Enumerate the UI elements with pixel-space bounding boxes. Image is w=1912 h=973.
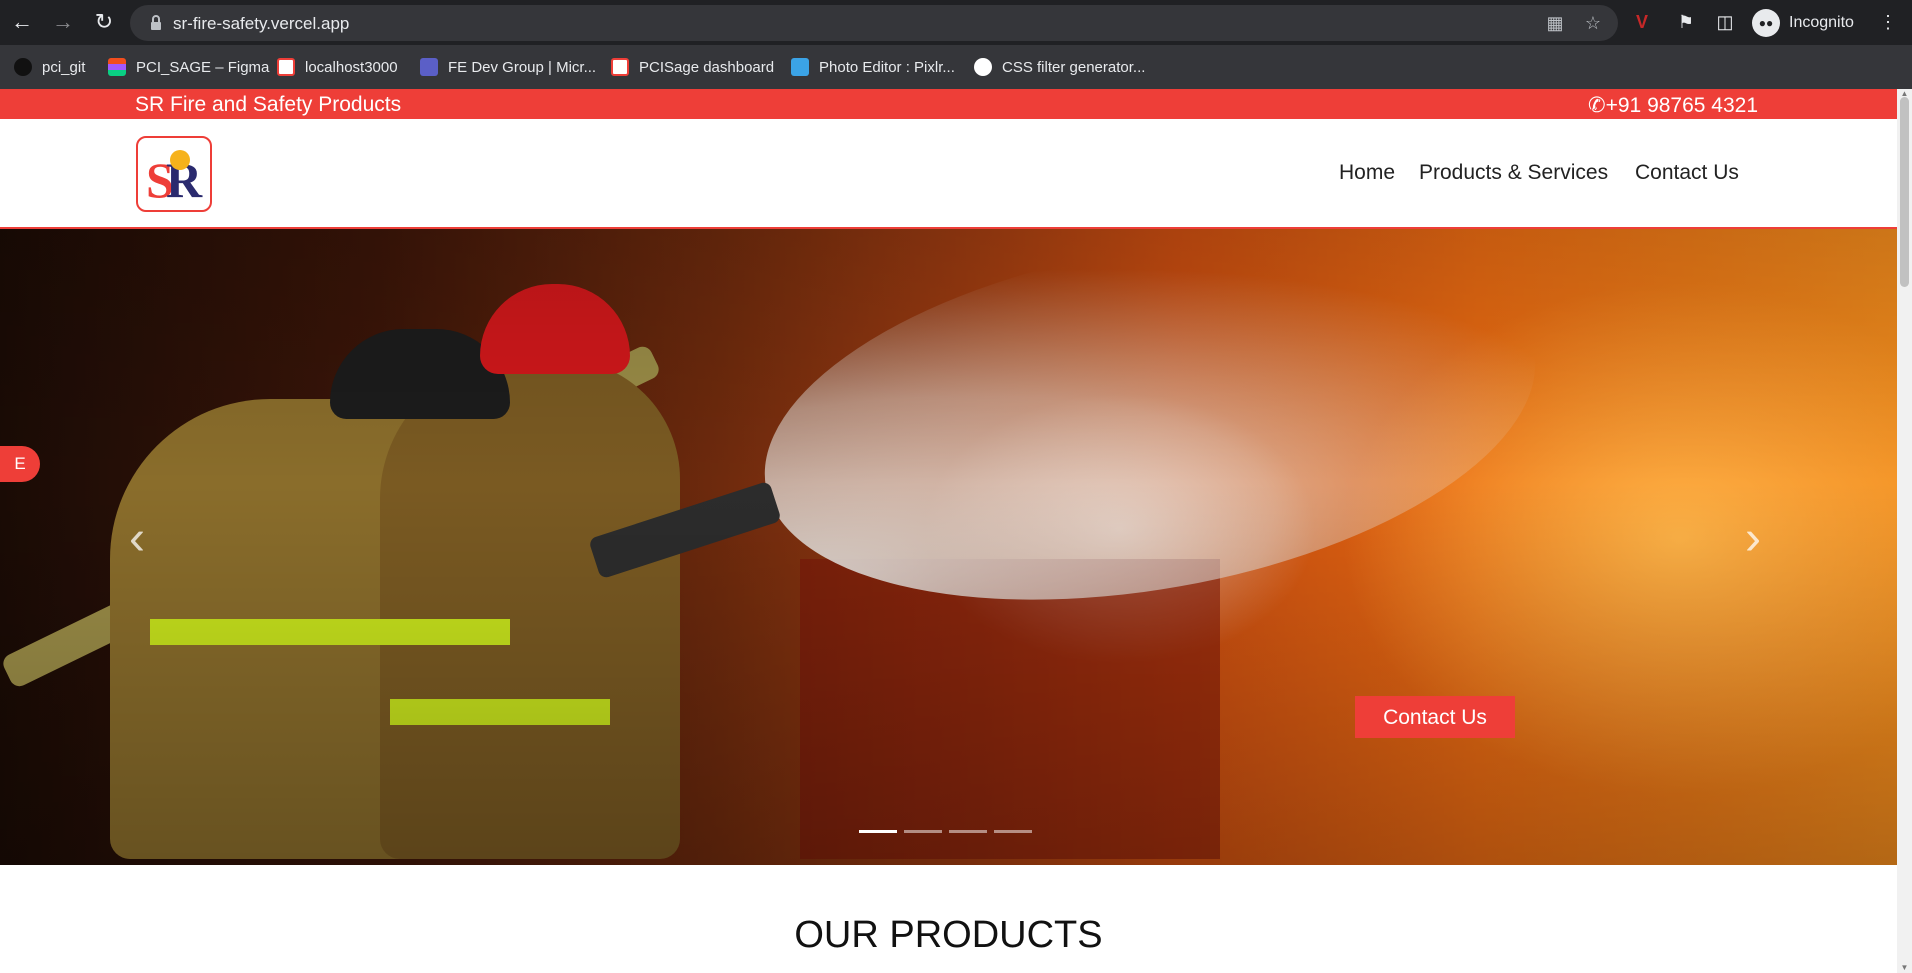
star-icon[interactable]: ☆: [1583, 13, 1603, 33]
incognito-profile[interactable]: ●● Incognito: [1752, 7, 1862, 39]
extension-v-icon[interactable]: V: [1630, 11, 1654, 33]
bookmark-label: PCI_SAGE – Figma: [136, 58, 270, 76]
forward-icon[interactable]: →: [51, 10, 75, 34]
side-floating-badge[interactable]: E: [0, 446, 40, 482]
nav-contact-us[interactable]: Contact Us: [1635, 161, 1739, 185]
carousel-indicator[interactable]: [859, 830, 897, 833]
brand-name: SR Fire and Safety Products: [135, 93, 402, 116]
bookmark-item[interactable]: localhost3000: [277, 57, 398, 77]
top-info-bar: SR Fire and Safety Products ✆+91 98765 4…: [0, 89, 1897, 119]
figma-icon: [108, 58, 126, 76]
bookmark-item[interactable]: pci_git: [14, 57, 85, 77]
github-icon: [14, 58, 32, 76]
carousel-indicator[interactable]: [904, 830, 942, 833]
incognito-label: Incognito: [1789, 14, 1854, 31]
bookmark-item[interactable]: Photo Editor : Pixlr...: [791, 57, 955, 77]
scroll-thumb[interactable]: [1900, 97, 1909, 287]
hero-overlay: [0, 229, 1897, 865]
incognito-icon: ●●: [1752, 9, 1780, 37]
logo-sun-icon: [170, 150, 190, 170]
bookmark-item[interactable]: PCISage dashboard: [611, 57, 774, 77]
url-text: sr-fire-safety.vercel.app: [173, 14, 350, 33]
pixlr-icon: [791, 58, 809, 76]
bookmark-item[interactable]: FE Dev Group | Micr...: [420, 57, 596, 77]
bookmark-label: PCISage dashboard: [639, 58, 775, 76]
puzzle-extensions-icon[interactable]: ⚑: [1674, 11, 1698, 33]
bookmark-label: localhost3000: [305, 58, 398, 76]
nav-home[interactable]: Home: [1339, 161, 1395, 185]
bookmark-label: Photo Editor : Pixlr...: [819, 58, 955, 76]
carousel-prev-icon[interactable]: ‹: [122, 515, 152, 563]
side-panel-icon[interactable]: ◫: [1713, 11, 1737, 33]
css-filter-icon: [974, 58, 992, 76]
bookmark-item[interactable]: PCI_SAGE – Figma: [108, 57, 269, 77]
page-scrollbar[interactable]: ▲ ▼: [1897, 89, 1912, 973]
browser-toolbar: ← → ↻ sr-fire-safety.vercel.app ▦ ☆ V ⚑ …: [0, 0, 1912, 45]
hero-carousel: ‹ › Contact Us: [0, 229, 1897, 865]
carousel-indicator[interactable]: [994, 830, 1032, 833]
products-heading: OUR PRODUCTS: [794, 914, 1103, 956]
scroll-down-icon[interactable]: ▼: [1897, 963, 1912, 973]
nav-products-services[interactable]: Products & Services: [1419, 161, 1608, 185]
bookmark-item[interactable]: CSS filter generator...: [974, 57, 1145, 77]
qr-code-icon[interactable]: ▦: [1545, 13, 1565, 33]
bookmark-label: pci_git: [42, 58, 86, 76]
sr-logo-icon: [611, 58, 629, 76]
sr-logo-icon: [277, 58, 295, 76]
carousel-next-icon[interactable]: ›: [1738, 515, 1768, 563]
phone-text: +91 98765 4321: [1605, 94, 1759, 117]
bookmarks-bar: pci_git PCI_SAGE – Figma localhost3000 F…: [0, 45, 1912, 89]
bookmark-label: CSS filter generator...: [1002, 58, 1146, 76]
teams-icon: [420, 58, 438, 76]
phone-icon: ✆: [1588, 94, 1606, 117]
lock-icon: [151, 15, 161, 30]
address-bar[interactable]: sr-fire-safety.vercel.app ▦ ☆: [130, 5, 1618, 41]
phone-number[interactable]: ✆+91 98765 4321: [1588, 93, 1758, 118]
reload-icon[interactable]: ↻: [92, 10, 116, 34]
back-icon[interactable]: ←: [10, 10, 34, 34]
browser-menu-icon[interactable]: ⋮: [1876, 11, 1900, 33]
hero-contact-button[interactable]: Contact Us: [1355, 696, 1515, 738]
bookmark-label: FE Dev Group | Micr...: [448, 58, 597, 76]
carousel-indicator[interactable]: [949, 830, 987, 833]
site-logo[interactable]: S R: [136, 136, 212, 212]
site-header: S R Home Products & Services Contact Us: [0, 119, 1897, 229]
